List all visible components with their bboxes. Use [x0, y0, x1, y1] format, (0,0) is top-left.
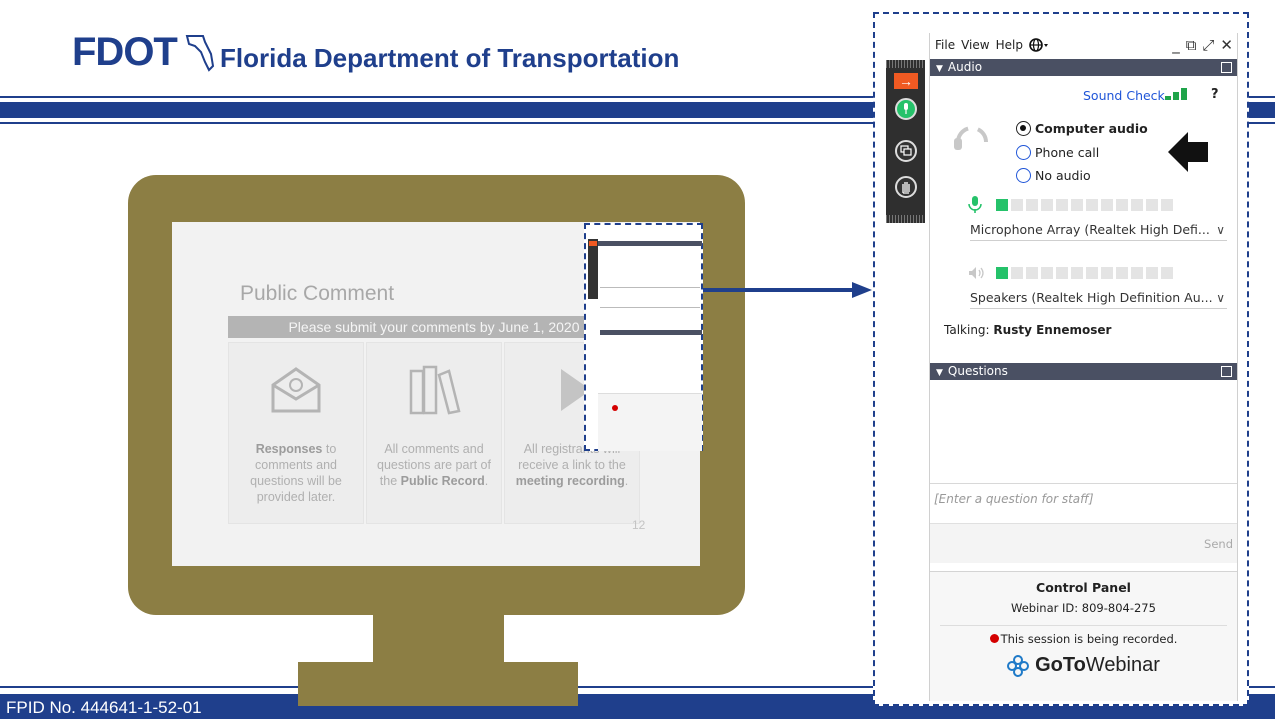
recording-text: This session is being recorded. — [1000, 632, 1178, 646]
pop-out-button[interactable]: ⧉ — [1186, 36, 1197, 54]
microphone-select-value: Microphone Array (Realtek High Defi... — [970, 222, 1210, 237]
mini-audio-header — [598, 241, 702, 246]
control-panel-footer: Control Panel Webinar ID: 809-804-275 Th… — [930, 571, 1237, 701]
question-input[interactable]: [Enter a question for staff] — [930, 483, 1237, 523]
envelope-icon — [271, 367, 321, 413]
mini-rule — [600, 307, 700, 308]
send-button[interactable]: Send — [1204, 537, 1233, 551]
fdot-logo: FDOT — [72, 32, 215, 72]
card-public-record: All comments and questions are part of t… — [366, 342, 502, 524]
help-button[interactable]: ? — [1211, 87, 1219, 102]
brand-goto: GoTo — [1035, 654, 1086, 676]
menu-view[interactable]: View — [961, 38, 989, 52]
send-row: Send — [930, 523, 1237, 563]
raise-hand-icon[interactable] — [895, 176, 917, 198]
pointer-arrow-icon — [1168, 132, 1208, 172]
sidebar-grip — [886, 60, 925, 68]
radio-label: Computer audio — [1035, 121, 1148, 136]
menu-bar: File View Help — [935, 38, 1049, 52]
microphone-icon[interactable] — [895, 98, 917, 120]
questions-header-label: Questions — [947, 364, 1008, 378]
mini-control-panel — [584, 223, 703, 451]
collapse-triangle-icon: ▼ — [936, 64, 943, 74]
speakers-select[interactable]: Speakers (Realtek High Definition Au... … — [970, 287, 1227, 309]
questions-section-header[interactable]: ▼ Questions — [930, 363, 1237, 380]
expand-button[interactable]: ⤢ — [1202, 36, 1214, 54]
headset-icon — [954, 126, 988, 150]
sidebar-grip — [886, 215, 925, 223]
mini-footer — [598, 393, 702, 451]
screen-banner: Please submit your comments by June 1, 2… — [228, 316, 640, 338]
menu-file[interactable]: File — [935, 38, 955, 52]
talking-label: Talking: — [944, 323, 990, 337]
window-controls: _ ⧉ ⤢ ✕ — [1172, 36, 1233, 54]
recording-status: This session is being recorded. — [930, 632, 1237, 646]
microphone-level-meter — [996, 199, 1173, 211]
no-audio-radio[interactable]: No audio — [1016, 168, 1091, 183]
mini-sidebar — [588, 239, 598, 299]
screen-title: Public Comment — [240, 282, 395, 305]
talking-name: Rusty Ennemoser — [993, 323, 1112, 337]
signal-bars-icon — [1165, 88, 1187, 100]
mini-questions-header — [600, 330, 702, 335]
pop-out-icon[interactable] — [1221, 366, 1232, 377]
collapse-triangle-icon: ▼ — [936, 368, 943, 378]
globe-icon[interactable] — [1029, 38, 1049, 52]
footer-fpid: FPID No. 444641-1-52-01 — [6, 698, 202, 717]
recording-dot-icon — [989, 634, 999, 643]
chevron-down-icon: ∨ — [1216, 291, 1225, 305]
talking-indicator: Talking: Rusty Ennemoser — [944, 323, 1111, 337]
footer-divider — [940, 625, 1227, 626]
microphone-level-icon — [968, 196, 982, 213]
speakers-select-value: Speakers (Realtek High Definition Au... — [970, 290, 1213, 305]
card-responses: Responses to comments and questions will… — [228, 342, 364, 524]
books-icon — [409, 365, 461, 415]
minimize-button[interactable]: _ — [1172, 36, 1180, 54]
screen-share-icon[interactable] — [895, 140, 917, 162]
sound-check-link[interactable]: Sound Check — [1083, 88, 1165, 103]
speaker-level-meter — [996, 267, 1173, 279]
radio-label: Phone call — [1035, 145, 1100, 160]
radio-indicator — [1016, 168, 1031, 183]
audio-section-header[interactable]: ▼ Audio — [930, 59, 1237, 76]
audio-header-label: Audio — [947, 60, 983, 74]
radio-label: No audio — [1035, 168, 1091, 183]
mini-rule — [600, 287, 700, 288]
questions-log[interactable] — [930, 387, 1237, 483]
panel-sidebar: → — [886, 60, 925, 223]
radio-indicator — [1016, 145, 1031, 160]
gotowebinar-flower-icon — [1007, 654, 1030, 677]
control-panel: File View Help _ ⧉ ⤢ ✕ ▼ Audio Sound Chec… — [929, 33, 1238, 701]
monitor-neck — [373, 612, 504, 664]
speaker-icon — [969, 267, 984, 279]
mini-record-dot — [612, 405, 618, 411]
pop-out-icon[interactable] — [1221, 62, 1232, 73]
chevron-down-icon: ∨ — [1216, 223, 1225, 237]
menu-help[interactable]: Help — [996, 38, 1023, 52]
connector-arrow-line — [703, 288, 853, 292]
radio-indicator — [1016, 121, 1031, 136]
monitor-base — [298, 662, 578, 706]
collapse-arrow-icon[interactable]: → — [894, 73, 918, 89]
webinar-id: Webinar ID: 809-804-275 — [1011, 601, 1156, 615]
florida-shape-icon — [185, 35, 214, 72]
connector-arrow-head — [852, 282, 872, 298]
page-number: 12 — [632, 518, 646, 532]
mini-arrow-icon — [589, 241, 597, 246]
close-button[interactable]: ✕ — [1220, 36, 1233, 54]
control-panel-title: Control Panel — [1036, 580, 1131, 595]
brand-webinar: Webinar — [1085, 654, 1160, 676]
gotowebinar-logo: GoToWebinar — [930, 654, 1237, 677]
phone-call-radio[interactable]: Phone call — [1016, 145, 1099, 160]
card-text: Responses to comments and questions will… — [250, 442, 342, 504]
page-title: Florida Department of Transportation — [220, 43, 680, 73]
card-text: All comments and questions are part of t… — [377, 442, 491, 488]
microphone-select[interactable]: Microphone Array (Realtek High Defi... ∨ — [970, 219, 1227, 241]
fdot-logo-text: FDOT — [72, 30, 178, 74]
computer-audio-radio[interactable]: Computer audio — [1016, 121, 1148, 136]
